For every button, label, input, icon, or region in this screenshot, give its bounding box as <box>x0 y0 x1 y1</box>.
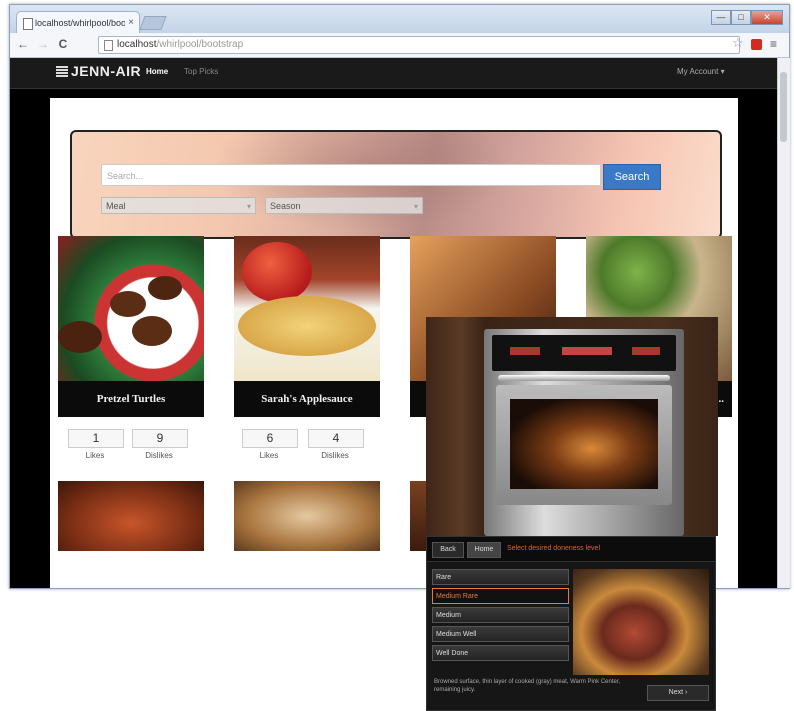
doneness-description: Browned surface, thin layer of cooked (g… <box>434 679 621 693</box>
dislikes-count: 9 <box>132 429 188 448</box>
url-path: /whirlpool/bootstrap <box>156 39 244 50</box>
oven-touchscreen: Back Home Select desired doneness level … <box>426 536 716 711</box>
recipe-photo-detail <box>242 242 312 302</box>
vertical-scrollbar[interactable] <box>777 58 790 588</box>
browser-tab[interactable]: localhost/whirlpool/boot × <box>16 11 140 34</box>
likes-label: Likes <box>85 451 105 460</box>
search-input[interactable]: Search... <box>101 164 601 186</box>
extension-icon[interactable] <box>751 39 762 50</box>
likes-counter[interactable]: 1 Likes <box>68 429 124 460</box>
dislikes-label: Dislikes <box>145 451 173 460</box>
next-button[interactable]: Next › <box>647 685 709 701</box>
site-navbar: JENN-AIR Home Top Picks My Account ▾ <box>10 58 777 89</box>
logo-mark-icon <box>56 66 68 77</box>
recipe-title: Sarah's Applesauce <box>234 381 380 417</box>
recipe-card[interactable] <box>234 481 380 551</box>
likes-counter[interactable]: 6 Likes <box>242 429 298 460</box>
recipe-card[interactable]: Pretzel Turtles <box>58 236 204 417</box>
oven-handle <box>498 375 670 381</box>
page-icon <box>23 18 33 30</box>
chevron-down-icon: ▾ <box>246 202 251 211</box>
search-hero: Search... Search Meal ▾ Season ▾ <box>70 130 722 239</box>
back-button[interactable]: Back <box>432 542 464 558</box>
dislikes-label: Dislikes <box>321 451 349 460</box>
oven-display <box>562 347 612 355</box>
address-bar[interactable]: localhost/whirlpool/bootstrap <box>98 36 740 54</box>
recipe-title: Pretzel Turtles <box>58 381 204 417</box>
recipe-image <box>234 236 380 381</box>
recipe-card[interactable] <box>58 481 204 551</box>
title-bar: localhost/whirlpool/boot × — □ ✕ <box>10 5 789 34</box>
roast-image <box>573 569 709 675</box>
oven-control-panel <box>492 335 676 371</box>
dislikes-count: 4 <box>308 429 364 448</box>
doneness-option-medium-rare[interactable]: Medium Rare <box>432 588 569 604</box>
close-window-button[interactable]: ✕ <box>751 10 783 25</box>
recipe-photo-detail <box>238 296 376 356</box>
home-button[interactable]: Home <box>467 542 501 558</box>
brand-logo[interactable]: JENN-AIR <box>56 63 141 79</box>
doneness-option-medium[interactable]: Medium <box>432 607 569 623</box>
recipe-photo-detail <box>132 316 172 346</box>
maximize-button[interactable]: □ <box>731 10 751 25</box>
doneness-option-medium-well[interactable]: Medium Well <box>432 626 569 642</box>
tab-close-icon[interactable]: × <box>128 12 134 34</box>
likes-count: 1 <box>68 429 124 448</box>
browser-toolbar: ← → C localhost/whirlpool/bootstrap ☆ ≡ <box>10 33 789 58</box>
menu-icon[interactable]: ≡ <box>770 37 777 51</box>
new-tab-button[interactable] <box>139 16 167 30</box>
wall-oven-photo <box>426 317 718 536</box>
likes-count: 6 <box>242 429 298 448</box>
touchscreen-header: Back Home Select desired doneness level <box>427 537 715 562</box>
search-button[interactable]: Search <box>603 164 661 190</box>
brand-name: JENN-AIR <box>71 63 142 79</box>
recipe-card[interactable]: Sarah's Applesauce <box>234 236 380 417</box>
forward-arrow-icon[interactable]: → <box>36 36 50 52</box>
doneness-option-rare[interactable]: Rare <box>432 569 569 585</box>
bookmark-star-icon[interactable]: ☆ <box>732 35 744 51</box>
meal-select[interactable]: Meal ▾ <box>101 197 256 214</box>
recipe-photo-detail <box>58 321 102 353</box>
reload-icon[interactable]: C <box>56 36 70 52</box>
season-select[interactable]: Season ▾ <box>265 197 423 214</box>
chevron-down-icon: ▾ <box>413 202 418 211</box>
recipe-photo-detail <box>148 276 182 300</box>
back-arrow-icon[interactable]: ← <box>16 36 30 52</box>
recipe-photo-detail <box>110 291 146 317</box>
page-icon <box>104 40 113 51</box>
scrollbar-thumb[interactable] <box>780 72 787 142</box>
likes-label: Likes <box>259 451 279 460</box>
doneness-option-well-done[interactable]: Well Done <box>432 645 569 661</box>
url-host: localhost <box>117 39 157 50</box>
recipe-image <box>58 236 204 381</box>
nav-home-link[interactable]: Home <box>146 67 168 76</box>
oven-window <box>510 399 658 489</box>
my-account-dropdown[interactable]: My Account ▾ <box>677 67 725 76</box>
dislikes-counter[interactable]: 4 Dislikes <box>308 429 364 460</box>
dislikes-counter[interactable]: 9 Dislikes <box>132 429 188 460</box>
meal-select-label: Meal <box>106 201 126 211</box>
season-select-label: Season <box>270 201 301 211</box>
instruction-text: Select desired doneness level <box>507 545 601 552</box>
window-controls: — □ ✕ <box>711 7 783 25</box>
oven-display <box>632 347 660 355</box>
oven-display <box>510 347 540 355</box>
nav-top-picks-link[interactable]: Top Picks <box>184 67 218 76</box>
tab-title: localhost/whirlpool/boot <box>35 18 125 28</box>
minimize-button[interactable]: — <box>711 10 731 25</box>
